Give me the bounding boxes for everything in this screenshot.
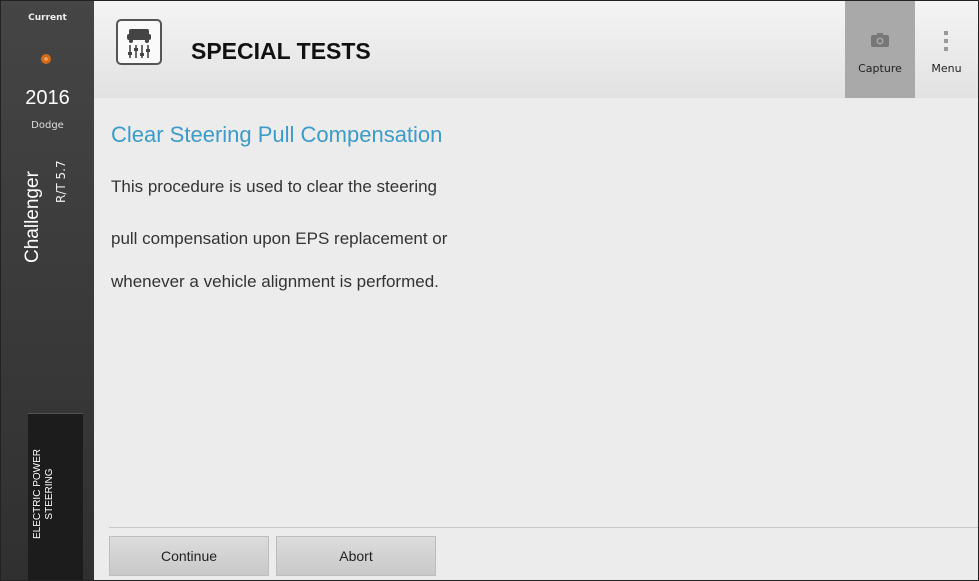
vehicle-status-label: Current: [28, 13, 67, 23]
module-tab-label: ELECTRIC POWER STEERING: [32, 449, 55, 540]
capture-button[interactable]: Capture: [845, 1, 915, 98]
vehicle-make: Dodge: [31, 120, 64, 131]
capture-label: Capture: [858, 62, 902, 75]
vehicle-panel: Current 2016 Dodge Challenger R/T 5.7 EL…: [1, 1, 94, 580]
module-tab[interactable]: ELECTRIC POWER STEERING: [28, 413, 83, 580]
content-area: Clear Steering Pull Compensation This pr…: [94, 98, 978, 528]
vehicle-trim: R/T 5.7: [54, 160, 68, 203]
app-window: Current 2016 Dodge Challenger R/T 5.7 EL…: [0, 0, 979, 581]
procedure-line-2: pull compensation upon EPS replacement o…: [111, 229, 448, 248]
footer-divider: [109, 527, 978, 528]
procedure-line-1: This procedure is used to clear the stee…: [111, 177, 438, 196]
status-dot-icon: [41, 54, 51, 64]
header-bar: SPECIAL TESTS Capture Menu: [94, 1, 978, 98]
continue-button[interactable]: Continue: [109, 536, 269, 576]
more-vertical-icon: [944, 31, 948, 51]
vehicle-model: Challenger: [22, 171, 43, 263]
procedure-heading: Clear Steering Pull Compensation: [111, 122, 443, 147]
abort-button[interactable]: Abort: [276, 536, 436, 576]
special-tests-icon: [116, 19, 162, 65]
camera-icon: [871, 33, 889, 47]
vehicle-year: 2016: [25, 87, 70, 109]
menu-button[interactable]: Menu: [915, 1, 978, 98]
procedure-line-3: whenever a vehicle alignment is performe…: [111, 272, 439, 291]
page-title: SPECIAL TESTS: [191, 38, 371, 64]
menu-label: Menu: [931, 62, 962, 75]
